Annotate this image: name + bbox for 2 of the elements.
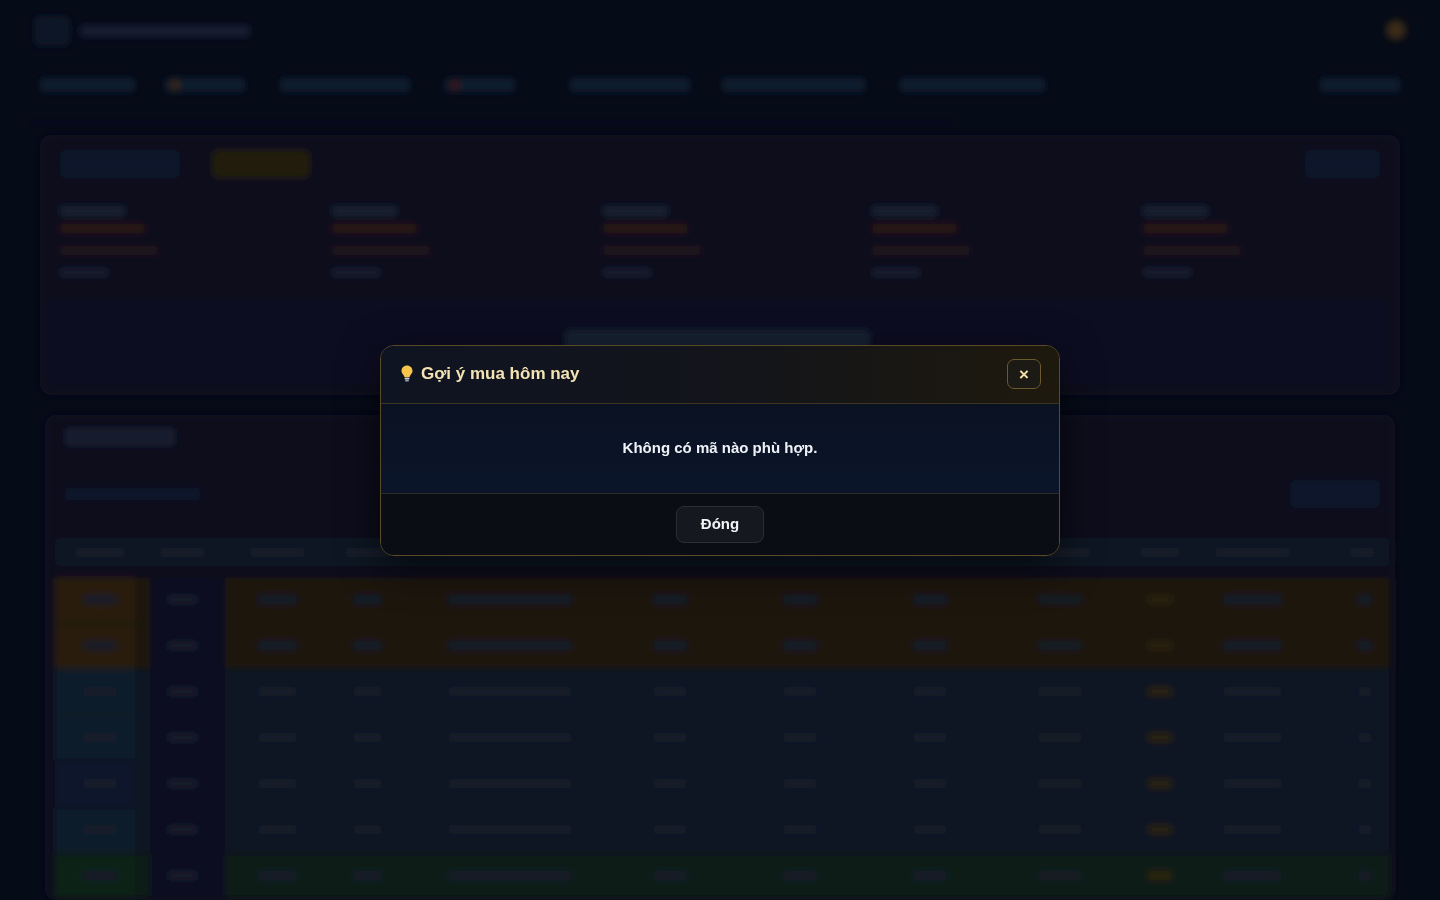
dialog-title: Gợi ý mua hôm nay [421, 363, 580, 385]
empty-result-message: Không có mã nào phù hợp. [622, 437, 818, 458]
